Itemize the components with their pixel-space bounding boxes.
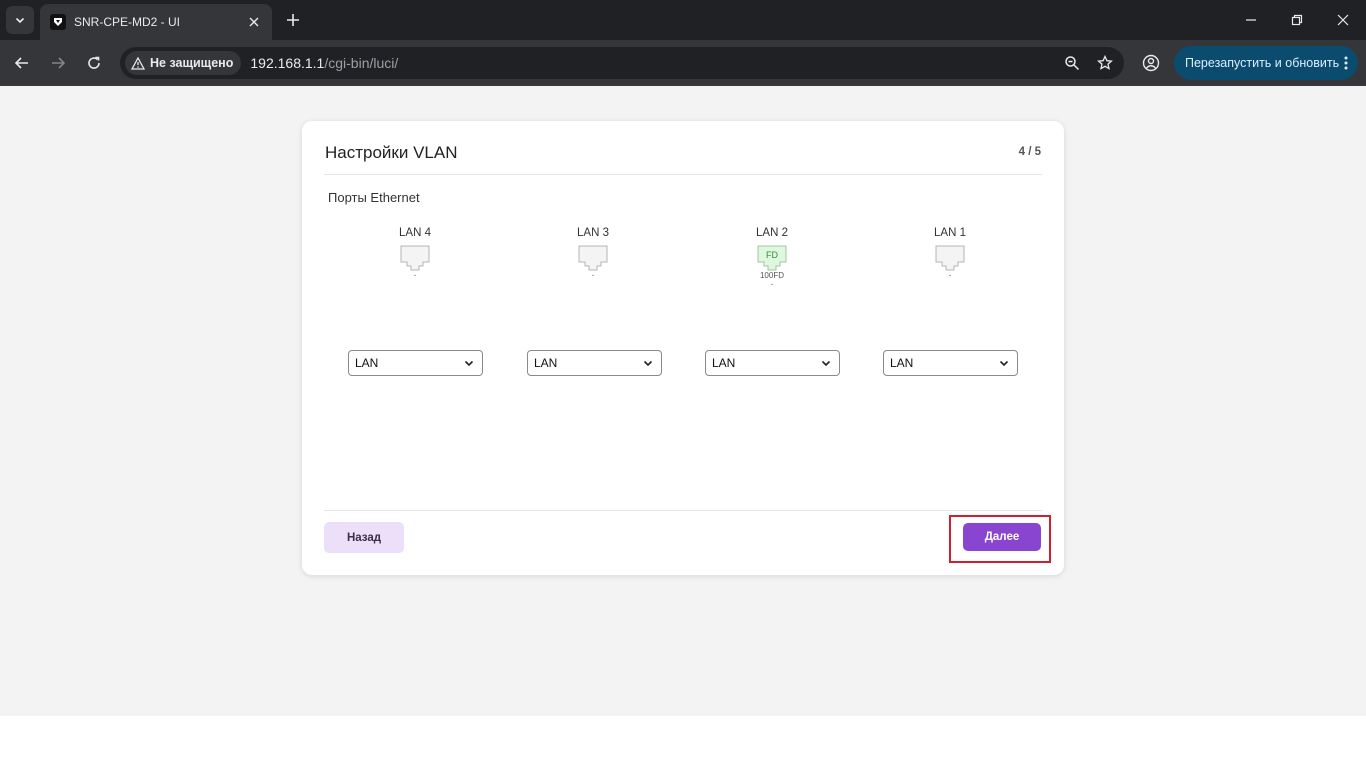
url-text: 192.168.1.1/cgi-bin/luci/ <box>250 55 1058 71</box>
security-label: Не защищено <box>150 56 234 70</box>
zoom-out-icon <box>1065 56 1080 71</box>
chevron-down-icon <box>643 360 653 367</box>
zoom-button[interactable] <box>1058 49 1086 77</box>
arrow-left-icon <box>14 57 28 69</box>
close-window-button[interactable] <box>1320 0 1366 40</box>
port-name: LAN 1 <box>934 227 966 239</box>
restore-icon <box>1291 14 1303 26</box>
vlan-select-lan1[interactable]: LAN <box>883 350 1018 376</box>
port-status: - <box>413 270 417 280</box>
chevron-down-icon <box>15 17 25 24</box>
arrow-right-icon <box>52 57 66 69</box>
forward-nav-button[interactable] <box>44 49 72 77</box>
chevron-down-icon <box>821 360 831 367</box>
port-name: LAN 4 <box>399 227 431 239</box>
select-value: LAN <box>355 356 379 370</box>
browser-tab-strip: SNR-CPE-MD2 - UI <box>0 0 1366 40</box>
page-title: Настройки VLAN <box>325 143 458 162</box>
header-divider <box>324 174 1042 175</box>
port-status: - <box>591 270 595 280</box>
tab-search-button[interactable] <box>6 6 34 34</box>
reload-icon <box>88 56 100 69</box>
select-value: LAN <box>712 356 736 370</box>
new-tab-button[interactable] <box>281 8 305 32</box>
port-link-label: FD <box>766 250 778 260</box>
tab-title: SNR-CPE-MD2 - UI <box>74 15 181 29</box>
step-indicator: 4 / 5 <box>1018 146 1041 158</box>
vlan-select-lan2[interactable]: LAN <box>705 350 840 376</box>
reload-button[interactable] <box>80 49 108 77</box>
minimize-button[interactable] <box>1228 0 1274 40</box>
browser-tab[interactable]: SNR-CPE-MD2 - UI <box>40 4 272 40</box>
ethernet-ports-label: Порты Ethernet <box>328 190 420 205</box>
ethernet-port-icon <box>935 245 965 271</box>
minimize-icon <box>1246 19 1256 21</box>
tab-close-button[interactable] <box>244 12 264 32</box>
ethernet-port-connected-icon: FD <box>757 245 787 271</box>
kebab-menu-icon <box>1344 56 1348 70</box>
page-viewport: Настройки VLAN 4 / 5 Порты Ethernet LAN … <box>0 86 1366 716</box>
url-host: 192.168.1.1 <box>250 55 325 71</box>
site-favicon-icon <box>50 14 66 30</box>
vlan-wizard-card: Настройки VLAN 4 / 5 Порты Ethernet LAN … <box>302 121 1064 575</box>
chevron-down-icon <box>464 360 474 367</box>
relaunch-update-button[interactable]: Перезапустить и обновить <box>1174 46 1358 80</box>
vlan-select-lan4[interactable]: LAN <box>348 350 483 376</box>
browser-toolbar: Не защищено 192.168.1.1/cgi-bin/luci/ Пе… <box>0 40 1366 86</box>
ethernet-port-icon <box>578 245 608 271</box>
plus-icon <box>287 14 299 26</box>
security-indicator[interactable]: Не защищено <box>125 51 242 75</box>
bookmark-button[interactable] <box>1091 49 1119 77</box>
url-path: /cgi-bin/luci/ <box>324 55 399 71</box>
address-bar[interactable]: Не защищено 192.168.1.1/cgi-bin/luci/ <box>120 47 1124 79</box>
restore-button[interactable] <box>1274 0 1320 40</box>
port-name: LAN 3 <box>577 227 609 239</box>
close-icon <box>249 17 259 27</box>
back-nav-button[interactable] <box>8 49 36 77</box>
window-controls <box>1228 0 1366 40</box>
star-icon <box>1097 55 1113 70</box>
select-value: LAN <box>890 356 914 370</box>
port-lan4: LAN 4 - <box>375 226 455 280</box>
next-button[interactable]: Далее <box>963 523 1041 551</box>
port-lan3: LAN 3 - <box>553 226 633 280</box>
port-lan2: LAN 2 FD 100FD - <box>732 226 812 289</box>
relaunch-update-label: Перезапустить и обновить <box>1185 56 1340 70</box>
ethernet-port-icon <box>400 245 430 271</box>
warning-icon <box>131 56 145 70</box>
port-name: LAN 2 <box>756 227 788 239</box>
chevron-down-icon <box>999 360 1009 367</box>
profile-button[interactable] <box>1137 49 1165 77</box>
port-status: - <box>948 270 952 280</box>
vlan-select-lan3[interactable]: LAN <box>527 350 662 376</box>
footer-divider <box>324 510 1042 511</box>
port-status: - <box>770 279 774 289</box>
back-button[interactable]: Назад <box>324 522 404 553</box>
select-value: LAN <box>534 356 558 370</box>
profile-icon <box>1142 54 1160 72</box>
port-lan1: LAN 1 - <box>910 226 990 280</box>
browser-menu-button[interactable] <box>1339 56 1352 70</box>
close-icon <box>1337 14 1349 26</box>
